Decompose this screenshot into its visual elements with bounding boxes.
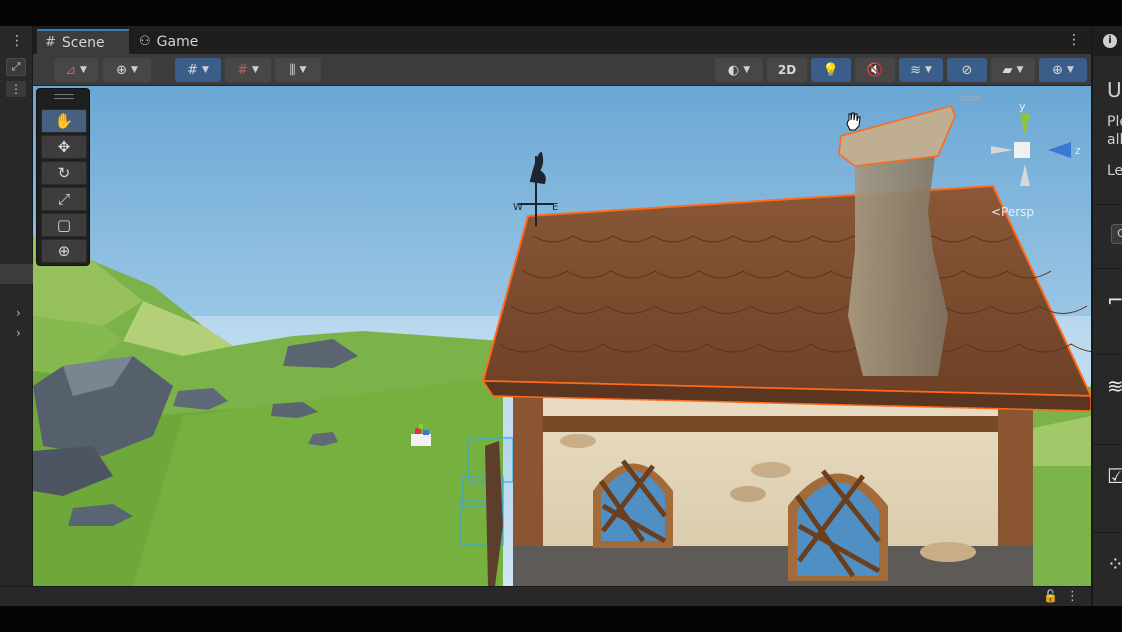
chevron-down-icon: ▼	[130, 65, 138, 75]
scene-viewport[interactable]: W E y z <Persp	[33, 86, 1091, 586]
lock-icon[interactable]: 🔓	[1043, 589, 1058, 603]
transform-icon: ⊕	[57, 242, 71, 260]
chevron-down-icon: ▼	[1066, 65, 1074, 75]
globe-icon: ⊕	[116, 62, 127, 78]
left-panel-strip: ⋮ ⤢ ⋮ › ›	[0, 26, 33, 606]
chevron-down-icon: ▼	[924, 65, 932, 75]
ruler-icon: ⫼	[289, 62, 296, 78]
scene-tab-bar: # Scene ⚇ Game ⋮	[33, 26, 1091, 54]
chevron-down-icon: ▼	[299, 65, 307, 75]
rotate-tool-button[interactable]: ↻	[41, 161, 87, 185]
audio-toggle[interactable]: 🔇	[855, 58, 895, 82]
hand-icon: ✋	[54, 112, 74, 130]
chevron-down-icon: ▼	[201, 65, 209, 75]
snap-icon: #	[237, 62, 248, 78]
global-local-dropdown[interactable]: ⊕ ▼	[103, 58, 151, 82]
panel-heading: U	[1107, 78, 1122, 102]
grid-snap-icon: #	[187, 62, 198, 78]
draw-mode-dropdown[interactable]: ⊿ ▼	[54, 58, 98, 82]
gizmo-center-cube[interactable]	[1014, 142, 1030, 158]
tab-game[interactable]: ⚇ Game	[131, 29, 221, 54]
inspector-panel: i U Ple all Le C ⌐ ≋ ☑ ⁘	[1091, 26, 1122, 606]
audio-mute-icon: 🔇	[866, 62, 884, 78]
hidden-objects-toggle[interactable]: ⊘	[947, 58, 987, 82]
maximize-icon[interactable]: ⤢	[6, 58, 26, 76]
toggle-2d-label: 2D	[777, 63, 797, 77]
clipboard-check-icon[interactable]: ☑	[1107, 464, 1122, 488]
increment-snap-dropdown[interactable]: # ▼	[225, 58, 271, 82]
move-arrows-icon: ✥	[57, 138, 71, 156]
ruler-dropdown[interactable]: ⫼ ▼	[275, 58, 321, 82]
chevron-down-icon: ▼	[743, 65, 751, 75]
gizmo-persp-label[interactable]: <Persp	[991, 205, 1034, 219]
chevron-right-icon[interactable]: ›	[16, 306, 21, 320]
top-black-bar	[0, 0, 1122, 26]
effects-dropdown[interactable]: ≋ ▼	[899, 58, 943, 82]
scale-tool-button[interactable]: ⤢	[41, 187, 87, 211]
transform-tool-button[interactable]: ⊕	[41, 239, 87, 263]
layers-icon: ≋	[910, 62, 921, 78]
shading-mode-dropdown[interactable]: ◐ ▼	[715, 58, 763, 82]
divider	[1093, 204, 1122, 205]
light-bulb-icon: 💡	[822, 62, 840, 78]
particles-icon[interactable]: ⁘	[1107, 552, 1122, 576]
panel-text-line: Le	[1107, 163, 1122, 179]
chevron-down-icon: ▼	[79, 65, 87, 75]
panel-text-line: Ple	[1107, 114, 1122, 130]
camera-dropdown[interactable]: ▰ ▼	[991, 58, 1035, 82]
tab-menu-icon[interactable]: ⋮	[1067, 32, 1081, 48]
scale-icon: ⤢	[57, 190, 70, 208]
tab-label: Game	[156, 33, 199, 50]
status-bar: 🔓 ⋮	[0, 586, 1091, 606]
grid-snap-dropdown[interactable]: # ▼	[175, 58, 221, 82]
gizmo-axis-y: y	[1019, 100, 1026, 113]
drag-handle-icon[interactable]	[54, 94, 74, 99]
gizmo-icon: ⊕	[1052, 62, 1063, 78]
camera-icon: ▰	[1002, 62, 1013, 78]
panel-text-line: all	[1107, 132, 1122, 148]
panel-menu-icon[interactable]: ⋮	[10, 34, 24, 48]
draw-mode-icon: ⊿	[65, 62, 76, 78]
eye-slash-icon: ⊘	[961, 62, 973, 78]
stack-icon[interactable]: ≋	[1107, 374, 1122, 398]
divider	[1093, 354, 1122, 355]
lighting-toggle[interactable]: 💡	[811, 58, 851, 82]
move-tool-button[interactable]: ✥	[41, 135, 87, 159]
grid-icon: #	[45, 35, 56, 50]
chevron-down-icon: ▼	[251, 65, 259, 75]
info-icon[interactable]: i	[1103, 34, 1117, 48]
weathervane-west: W	[513, 202, 523, 213]
rect-transform-icon: ▢	[56, 216, 72, 234]
rotate-icon: ↻	[57, 164, 71, 182]
gizmo-axis-z: z	[1075, 144, 1081, 157]
chevron-right-icon[interactable]: ›	[16, 326, 21, 340]
divider	[1093, 268, 1122, 269]
panel-button[interactable]: C	[1111, 224, 1122, 244]
panel-options-icon[interactable]: ⋮	[6, 81, 26, 97]
rect-tool-button[interactable]: ▢	[41, 213, 87, 237]
scene-tools-overlay: ✋ ✥ ↻ ⤢ ▢ ⊕	[36, 88, 90, 266]
divider	[1093, 532, 1122, 533]
gamepad-icon: ⚇	[139, 34, 151, 49]
weathervane-east: E	[552, 202, 558, 213]
scene-toolbar: ⊿ ▼ ⊕ ▼ # ▼ # ▼ ⫼ ▼ ◐ ▼ 2D 💡 🔇 ≋ ▼ ⊘ ▰ ▼ ⊕ ▼	[33, 54, 1091, 86]
tab-scene[interactable]: # Scene	[37, 29, 129, 54]
toggle-2d-button[interactable]: 2D	[767, 58, 807, 82]
shading-sphere-icon: ◐	[727, 62, 740, 78]
divider	[1093, 444, 1122, 445]
bottom-black-bar	[0, 606, 1122, 632]
view-tool-button[interactable]: ✋	[41, 109, 87, 133]
curve-icon[interactable]: ⌐	[1107, 288, 1122, 312]
gizmos-dropdown[interactable]: ⊕ ▼	[1039, 58, 1087, 82]
scene-render: W E y z <Persp	[33, 86, 1091, 586]
selected-row[interactable]	[0, 264, 33, 284]
inspector-header: i	[1093, 26, 1122, 56]
tab-label: Scene	[61, 34, 105, 51]
status-menu-icon[interactable]: ⋮	[1066, 589, 1079, 604]
chevron-down-icon: ▼	[1016, 65, 1024, 75]
